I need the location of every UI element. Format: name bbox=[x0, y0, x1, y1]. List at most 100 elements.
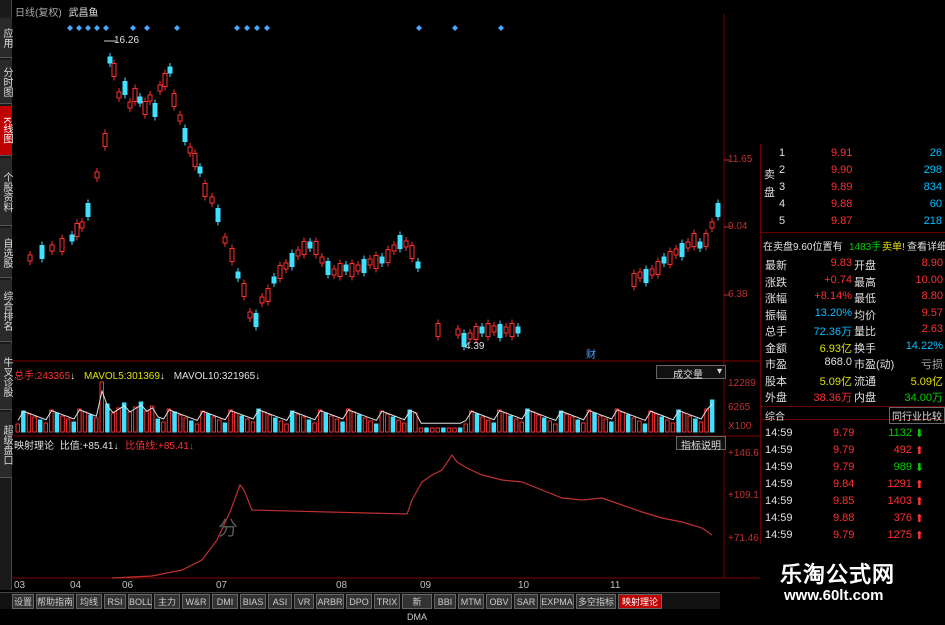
indicator-tab[interactable]: VR bbox=[294, 594, 314, 609]
indicator-tab[interactable]: DMI bbox=[212, 594, 238, 609]
volume-bar bbox=[474, 413, 480, 433]
tick-volume: 1291 bbox=[887, 478, 912, 490]
arrow-up-icon: ⬆ bbox=[914, 530, 924, 542]
tick-price: 9.79 bbox=[833, 444, 855, 456]
indicator-tab[interactable]: BIAS bbox=[240, 594, 266, 609]
stat-value: 5.09亿 bbox=[910, 375, 943, 388]
volume-bar bbox=[620, 411, 625, 433]
candle bbox=[127, 101, 133, 109]
tab-kline[interactable]: K线图 bbox=[0, 106, 12, 156]
volume-bar bbox=[194, 423, 200, 433]
volume-bar bbox=[665, 419, 670, 433]
mavol5-value: 301369 bbox=[126, 371, 160, 382]
volume-bar bbox=[65, 418, 71, 433]
tab-stock-info[interactable]: 个股资料 bbox=[0, 158, 12, 226]
tab-ranking[interactable]: 综合排名 bbox=[0, 280, 12, 342]
candle bbox=[307, 241, 313, 249]
volume-bar bbox=[351, 411, 356, 433]
candle bbox=[111, 63, 117, 77]
indicator-tab[interactable]: MTM bbox=[458, 594, 484, 609]
indicator-tab[interactable]: TRIX bbox=[374, 594, 400, 609]
candle bbox=[485, 323, 491, 337]
stat-key: 股本 bbox=[765, 375, 787, 388]
indicator-tab[interactable]: ARBR bbox=[316, 594, 344, 609]
tick-time: 14:59 bbox=[765, 495, 793, 507]
stat-key: 金额 bbox=[765, 342, 787, 355]
stat-key: 总手 bbox=[765, 326, 787, 338]
tick-row[interactable]: 14:59 9.79 989 ⬇ bbox=[761, 461, 945, 478]
indicator-tab[interactable]: 多空指标 bbox=[576, 594, 616, 609]
indicator-tab[interactable]: BOLL bbox=[128, 594, 152, 609]
tick-price: 9.79 bbox=[833, 427, 855, 439]
volume-bar bbox=[693, 418, 698, 433]
candle bbox=[85, 203, 91, 217]
tick-volume: 492 bbox=[893, 444, 912, 456]
month-label: 03 bbox=[14, 580, 26, 591]
indicator-tab[interactable]: RSI bbox=[104, 594, 126, 609]
indicator-tab[interactable]: 帮助指南 bbox=[36, 594, 74, 609]
volume-bar bbox=[530, 411, 536, 433]
tick-row[interactable]: 14:59 9.85 1403 ⬆ bbox=[761, 495, 945, 512]
tick-row[interactable]: 14:59 9.84 1291 ⬆ bbox=[761, 478, 945, 495]
indicator-tab[interactable]: 映射理论 bbox=[618, 594, 662, 609]
stat-key: 最高 bbox=[854, 276, 876, 289]
candle bbox=[79, 221, 85, 229]
tick-row[interactable]: 14:59 9.88 376 ⬆ bbox=[761, 512, 945, 529]
volume-bar bbox=[54, 412, 60, 433]
indicator-line bbox=[111, 453, 713, 579]
stat-value: 72.36万 bbox=[813, 326, 852, 338]
indicator-tab[interactable]: 新DMA bbox=[402, 594, 432, 622]
volume-selector[interactable]: 成交量 ▾ bbox=[656, 365, 726, 381]
notice-detail-link[interactable]: 查看详细 bbox=[907, 238, 945, 253]
chart-area[interactable] bbox=[12, 0, 760, 592]
tab-super-order[interactable]: 超级盘口 bbox=[0, 412, 12, 478]
tab-diagnosis[interactable]: 牛叉诊股 bbox=[0, 344, 12, 410]
indicator-help-button[interactable]: 指标说明 bbox=[676, 436, 726, 452]
volume-tick-1: 12289 bbox=[728, 378, 756, 389]
tick-row[interactable]: 14:59 9.79 492 ⬆ bbox=[761, 444, 945, 461]
tab-watchlist[interactable]: 自选股 bbox=[0, 228, 12, 278]
stat-key: 量比 bbox=[854, 326, 876, 338]
finance-marker[interactable]: 财 bbox=[586, 346, 596, 361]
order-volume: 298 bbox=[923, 164, 942, 176]
candle bbox=[253, 313, 259, 327]
indicator-tab[interactable]: DPO bbox=[346, 594, 372, 609]
indicator-tab[interactable]: 设置 bbox=[12, 594, 34, 609]
candle bbox=[215, 208, 221, 222]
stat-row: 金额 6.93亿 换手 14.22% bbox=[761, 340, 945, 357]
ticks-tab-general[interactable]: 综合 bbox=[765, 408, 785, 423]
mavol5-label: MAVOL5: bbox=[83, 371, 127, 382]
tab-intraday[interactable]: 分时图 bbox=[0, 60, 12, 104]
candle bbox=[349, 263, 355, 277]
candle bbox=[691, 233, 697, 247]
tick-row[interactable]: 14:59 9.79 1132 ⬇ bbox=[761, 427, 945, 444]
indicator-tab[interactable]: EXPMA bbox=[540, 594, 574, 609]
indicator-tab[interactable]: OBV bbox=[486, 594, 512, 609]
indicator-tab[interactable]: W&R bbox=[182, 594, 210, 609]
order-book-row[interactable]: 2 9.90 298 bbox=[761, 164, 945, 181]
candle bbox=[643, 269, 649, 283]
candle bbox=[265, 288, 271, 302]
tick-row[interactable]: 14:59 9.79 1275 ⬆ bbox=[761, 529, 945, 546]
ratio-line-label: 比值线: bbox=[125, 441, 158, 452]
volume-bar bbox=[205, 413, 211, 433]
stat-value: +8.14% bbox=[814, 290, 852, 302]
indicator-tab[interactable]: 主力 bbox=[154, 594, 180, 609]
candle bbox=[229, 248, 235, 262]
order-book-row[interactable]: 3 9.89 834 bbox=[761, 181, 945, 198]
indicator-tab[interactable]: SAR bbox=[514, 594, 538, 609]
indicator-tab[interactable]: ASI bbox=[268, 594, 292, 609]
tab-apps[interactable]: 应用 bbox=[0, 18, 12, 58]
volume-bar bbox=[581, 422, 586, 433]
ticks-tab-industry[interactable]: 同行业比较 bbox=[889, 407, 945, 424]
indicator-tab[interactable]: BBI bbox=[434, 594, 456, 609]
volume-bar bbox=[642, 423, 648, 433]
volume-bar bbox=[82, 411, 88, 433]
order-book-row[interactable]: 1 9.91 26 bbox=[761, 147, 945, 164]
indicator-tab[interactable]: 均线 bbox=[76, 594, 102, 609]
order-book-row[interactable]: 5 9.87 218 bbox=[761, 215, 945, 232]
candle bbox=[235, 271, 241, 279]
month-axis: 03 04 06 07 08 09 10 11 bbox=[12, 580, 732, 592]
volume-bar bbox=[385, 413, 390, 433]
order-book-row[interactable]: 4 9.88 60 bbox=[761, 198, 945, 215]
